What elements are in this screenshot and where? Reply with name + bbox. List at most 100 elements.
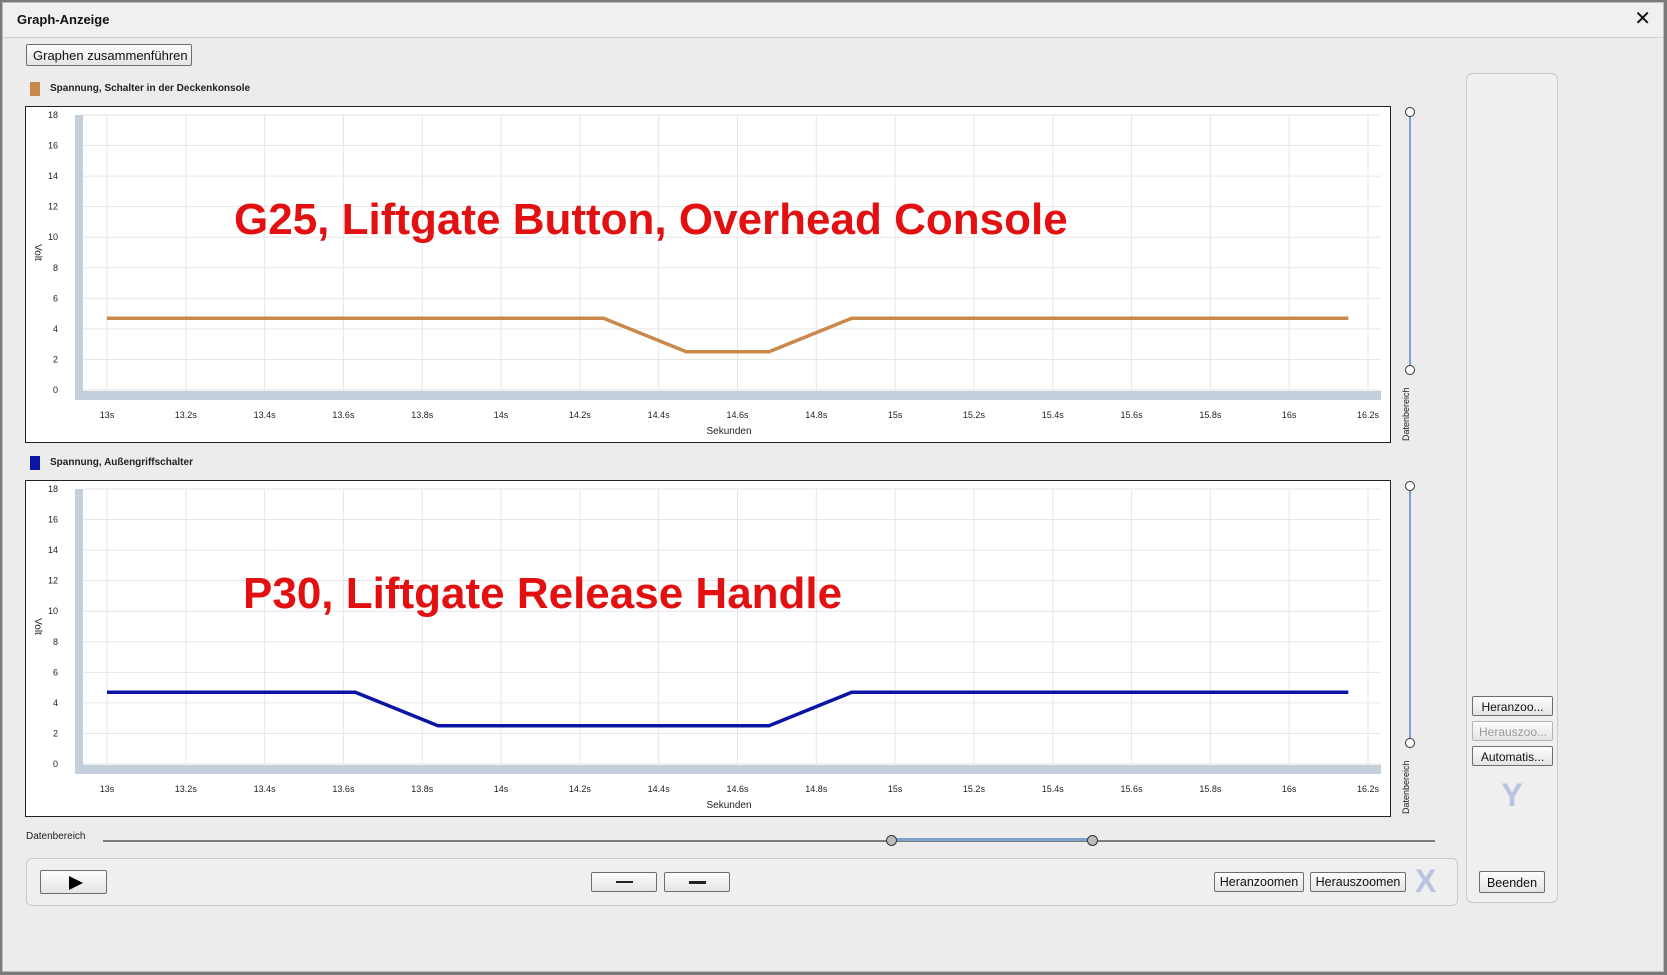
x-axis-title: Sekunden <box>706 426 751 437</box>
y-range-handle-top-1[interactable] <box>1405 107 1415 117</box>
y-range-slider-1[interactable] <box>1409 112 1411 370</box>
y-axis-title: Volt <box>32 244 43 261</box>
step-back-button[interactable] <box>591 872 657 892</box>
y-tick-label: 0 <box>53 385 58 395</box>
x-range-selection[interactable] <box>891 838 1093 841</box>
legend-label-1: Spannung, Schalter in der Deckenkonsole <box>50 83 251 94</box>
y-tick-label: 2 <box>53 354 58 364</box>
y-tick-label: 2 <box>53 728 58 738</box>
merge-graphs-button[interactable]: Graphen zusammenführen <box>26 44 192 66</box>
x-axis-bar <box>75 765 1381 774</box>
x-tick-label: 16s <box>1282 410 1297 420</box>
x-tick-label: 14s <box>494 784 509 794</box>
window-title: Graph-Anzeige <box>17 12 110 27</box>
x-tick-label: 16s <box>1282 784 1297 794</box>
x-range-handle-right[interactable] <box>1087 835 1098 846</box>
x-tick-label: 15.4s <box>1042 410 1065 420</box>
y-range-label-1: Datenbereich <box>1401 387 1411 441</box>
y-tick-label: 18 <box>48 110 58 120</box>
y-zoom-in-button[interactable]: Heranzoo... <box>1472 696 1553 716</box>
y-range-handle-top-2[interactable] <box>1405 481 1415 491</box>
x-axis-title: Sekunden <box>706 800 751 811</box>
x-axis-bar <box>75 391 1381 400</box>
play-icon <box>69 876 83 890</box>
chart-annotation: G25, Liftgate Button, Overhead Console <box>234 195 1068 244</box>
x-tick-label: 14.4s <box>648 410 671 420</box>
y-zoom-out-button[interactable]: Herauszoo... <box>1472 721 1553 741</box>
y-tick-label: 8 <box>53 637 58 647</box>
x-tick-label: 13.8s <box>411 410 434 420</box>
x-range-slider[interactable] <box>103 840 1435 842</box>
legend-swatch-1 <box>30 82 40 96</box>
x-tick-label: 14.6s <box>726 410 749 420</box>
close-icon[interactable]: ✕ <box>1634 8 1651 30</box>
x-axis-letter: X <box>1415 863 1437 899</box>
minus-icon <box>616 881 633 883</box>
y-axis-letter: Y <box>1501 777 1523 813</box>
y-axis-panel: Heranzoo... Herauszoo... Automatis... Y <box>1466 73 1558 903</box>
x-tick-label: 15.8s <box>1199 784 1222 794</box>
x-tick-label: 15s <box>888 784 903 794</box>
y-tick-label: 4 <box>53 698 58 708</box>
graph-window: Graph-Anzeige ✕ Graphen zusammenführen S… <box>2 2 1664 972</box>
x-tick-label: 13.6s <box>332 784 355 794</box>
y-tick-label: 6 <box>53 667 58 677</box>
legend-label-2: Spannung, Außengriffschalter <box>50 457 193 468</box>
x-zoom-out-button[interactable]: Herauszoomen <box>1310 872 1406 892</box>
step-forward-button[interactable] <box>664 872 730 892</box>
series-line <box>107 316 1349 354</box>
x-range-label: Datenbereich <box>26 831 86 842</box>
y-auto-scale-button[interactable]: Automatis... <box>1472 746 1553 766</box>
x-tick-label: 13s <box>100 784 115 794</box>
y-range-label-2: Datenbereich <box>1401 760 1411 814</box>
series-line <box>107 690 1349 728</box>
x-range-handle-left[interactable] <box>886 835 897 846</box>
y-tick-label: 10 <box>48 606 58 616</box>
x-tick-label: 14.2s <box>569 784 592 794</box>
x-tick-label: 13s <box>100 410 115 420</box>
chart-2[interactable]: 0 2 4 6 8 10 12 14 16 18 13s 13.2s 13.4s 13.6s 13.8s 14… <box>25 480 1391 817</box>
x-tick-label: 15.6s <box>1121 410 1144 420</box>
chart-annotation: P30, Liftgate Release Handle <box>243 569 842 618</box>
legend-swatch-2 <box>30 456 40 470</box>
y-tick-label: 14 <box>48 171 58 181</box>
y-tick-label: 0 <box>53 759 58 769</box>
y-range-handle-bottom-1[interactable] <box>1405 365 1415 375</box>
x-tick-label: 13.6s <box>332 410 355 420</box>
minus-icon <box>689 881 706 884</box>
x-tick-label: 13.4s <box>254 410 277 420</box>
x-tick-label: 14.4s <box>648 784 671 794</box>
x-tick-label: 16.2s <box>1357 410 1380 420</box>
y-tick-label: 12 <box>48 202 58 212</box>
x-tick-label: 15.4s <box>1042 784 1065 794</box>
chart-2-svg: 0 2 4 6 8 10 12 14 16 18 13s 13.2s 13.4s 13.6s 13.8s 14… <box>32 484 1381 811</box>
x-tick-label: 13.2s <box>175 410 198 420</box>
x-tick-label: 15.2s <box>963 784 986 794</box>
x-tick-label: 14.8s <box>805 410 828 420</box>
y-tick-label: 6 <box>53 293 58 303</box>
y-tick-label: 16 <box>48 515 58 525</box>
x-tick-label: 15s <box>888 410 903 420</box>
chart-1[interactable]: 0 2 4 6 8 10 12 14 16 18 13s 13.2s 13.4s 13.6s 13.8s 14… <box>25 106 1391 443</box>
y-tick-label: 10 <box>48 232 58 242</box>
x-tick-label: 13.2s <box>175 784 198 794</box>
x-tick-label: 14.2s <box>569 410 592 420</box>
x-zoom-in-button[interactable]: Heranzoomen <box>1214 872 1304 892</box>
chart-1-svg: 0 2 4 6 8 10 12 14 16 18 13s 13.2s 13.4s 13.6s 13.8s 14… <box>32 110 1381 437</box>
y-range-handle-bottom-2[interactable] <box>1405 738 1415 748</box>
y-tick-label: 4 <box>53 324 58 334</box>
x-tick-label: 13.4s <box>254 784 277 794</box>
x-tick-label: 14.8s <box>805 784 828 794</box>
x-axis-panel: Heranzoomen Herauszoomen X <box>26 858 1458 906</box>
y-axis-bar <box>75 489 83 774</box>
x-tick-label: 16.2s <box>1357 784 1380 794</box>
exit-button[interactable]: Beenden <box>1479 871 1545 893</box>
x-tick-label: 15.8s <box>1199 410 1222 420</box>
x-tick-label: 14s <box>494 410 509 420</box>
play-button[interactable] <box>40 870 107 894</box>
title-bar: Graph-Anzeige ✕ <box>3 3 1663 38</box>
y-tick-label: 12 <box>48 576 58 586</box>
y-tick-label: 18 <box>48 484 58 494</box>
y-range-slider-2[interactable] <box>1409 486 1411 744</box>
y-axis-title: Volt <box>32 618 43 635</box>
